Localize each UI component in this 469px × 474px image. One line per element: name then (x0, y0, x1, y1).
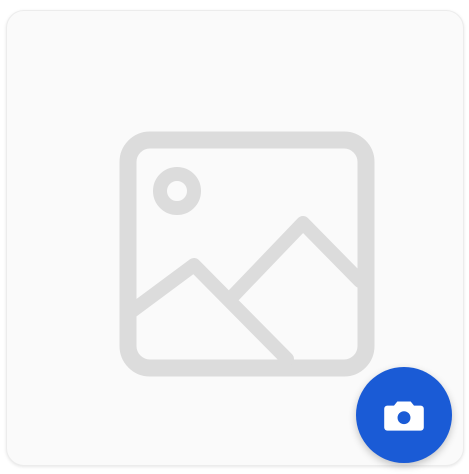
camera-icon (384, 401, 424, 431)
placeholder-mountain-right (226, 216, 367, 303)
image-upload-widget (0, 0, 469, 474)
placeholder-mountain-left (121, 258, 294, 366)
camera-button[interactable] (356, 367, 452, 463)
image-placeholder-icon (119, 131, 375, 377)
placeholder-sun (153, 167, 201, 215)
